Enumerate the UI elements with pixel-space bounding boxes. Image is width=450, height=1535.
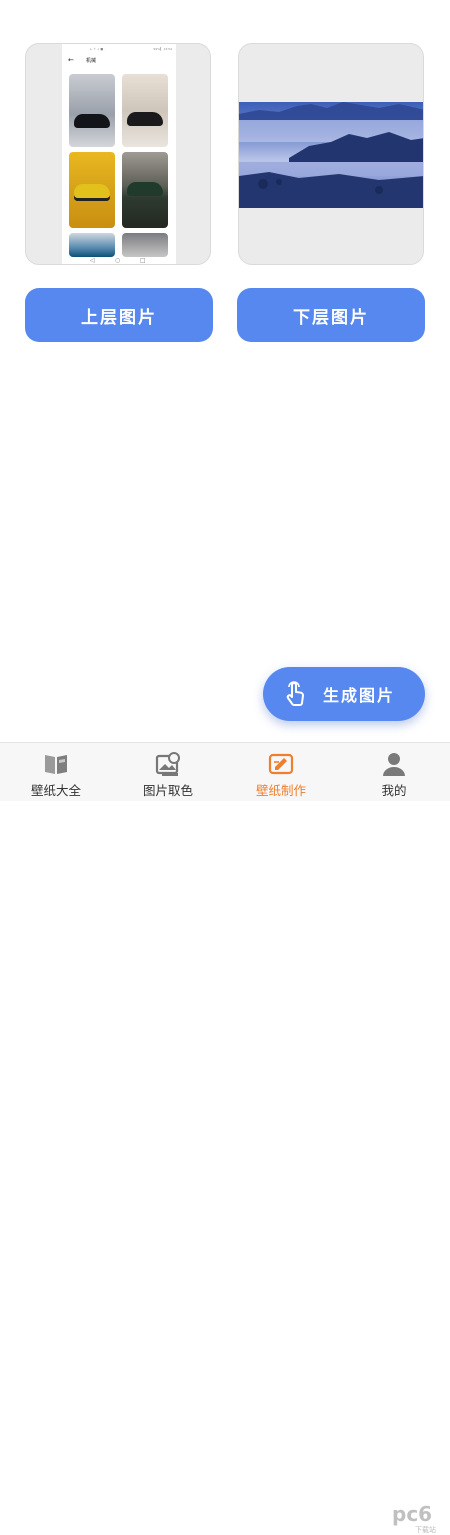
nav-label-mine: 我的	[381, 783, 407, 798]
nav-item-wallpaper-making[interactable]: 壁纸制作	[225, 743, 337, 801]
book-icon	[45, 755, 67, 774]
phone-nav-home: ○	[115, 257, 121, 264]
arrow-left-icon: ←	[68, 56, 74, 64]
nav-label-wallpaper-making: 壁纸制作	[255, 783, 306, 798]
edit-card-icon	[268, 753, 294, 775]
landscape-image	[239, 102, 423, 208]
phone-nav-bar: ◁ ○ □	[62, 256, 176, 264]
nav-item-mine[interactable]: 我的	[338, 743, 450, 801]
phone-nav-back: ◁	[90, 257, 95, 264]
nav-item-image-color-pick[interactable]: 图片取色	[112, 743, 224, 801]
generate-image-button[interactable]: 生成图片	[263, 667, 425, 721]
car-thumbnail	[122, 152, 168, 228]
nav-item-wallpaper-collection[interactable]: 壁纸大全	[0, 743, 112, 801]
watermark-logo: pc6	[392, 1502, 433, 1526]
phone-status-right: 99%▎ 13:54	[153, 47, 172, 51]
car-thumbnail	[69, 152, 115, 228]
lower-image-preview[interactable]	[238, 43, 424, 265]
phone-status-left: ⇤ ↑ ↓ ■ ·	[90, 47, 106, 51]
phone-title: 机械	[86, 58, 97, 64]
nav-label-image-color-pick: 图片取色	[142, 783, 193, 798]
car-thumbnail	[122, 74, 168, 147]
phone-header: ← 机械	[62, 54, 176, 68]
phone-status-bar: ⇤ ↑ ↓ ■ · 99%▎ 13:54	[62, 45, 176, 53]
nav-label-wallpaper-collection: 壁纸大全	[30, 783, 81, 798]
car-thumbnail	[122, 233, 168, 257]
generate-image-label: 生成图片	[323, 686, 396, 705]
upper-image-button[interactable]: 上层图片	[25, 288, 213, 342]
car-thumbnail	[69, 74, 115, 147]
bottom-nav: 壁纸大全 图片取色 壁纸制作 我的 pc6 下载站	[0, 742, 450, 1534]
lower-image-button[interactable]: 下层图片	[237, 288, 425, 342]
phone-screenshot-image: ⇤ ↑ ↓ ■ · 99%▎ 13:54 ← 机械 ◁ ○ □	[62, 44, 176, 264]
watermark-text: 下载站	[415, 1526, 436, 1534]
user-icon	[383, 753, 405, 776]
image-palette-icon	[155, 752, 180, 776]
car-thumbnail	[69, 233, 115, 257]
upper-image-preview[interactable]: ⇤ ↑ ↓ ■ · 99%▎ 13:54 ← 机械 ◁ ○ □	[25, 43, 211, 265]
tap-hand-icon	[286, 681, 304, 706]
phone-nav-recent: □	[140, 257, 146, 264]
